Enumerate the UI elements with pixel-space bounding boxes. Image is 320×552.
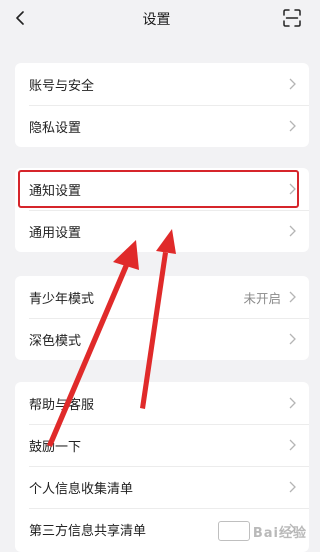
chevron-right-icon — [287, 182, 297, 196]
chevron-right-icon — [287, 119, 297, 133]
settings-item-teen-mode[interactable]: 青少年模式 未开启 — [15, 276, 309, 318]
settings-item-account-security[interactable]: 账号与安全 — [15, 63, 309, 105]
settings-item-label: 通用设置 — [29, 225, 82, 241]
settings-group-account: 账号与安全 隐私设置 — [15, 63, 309, 147]
scan-button[interactable] — [281, 7, 303, 29]
settings-item-general[interactable]: 通用设置 — [15, 210, 309, 252]
settings-item-label: 个人信息收集清单 — [29, 481, 134, 497]
settings-item-dark-mode[interactable]: 深色模式 — [15, 318, 309, 360]
settings-group-modes: 青少年模式 未开启 深色模式 — [15, 276, 309, 360]
settings-item-label: 账号与安全 — [29, 78, 95, 94]
settings-item-encourage[interactable]: 鼓励一下 — [15, 424, 309, 466]
settings-item-personal-info-list[interactable]: 个人信息收集清单 — [15, 466, 309, 508]
watermark-logo-icon — [217, 521, 250, 541]
settings-group-general: 通知设置 通用设置 — [15, 168, 309, 252]
settings-item-notifications[interactable]: 通知设置 — [15, 168, 309, 210]
top-bar: 设置 — [0, 0, 313, 40]
settings-item-label: 隐私设置 — [29, 120, 82, 136]
watermark: Bai经验 — [217, 521, 307, 541]
settings-item-label: 帮助与客服 — [29, 397, 95, 413]
chevron-right-icon — [287, 396, 297, 410]
settings-item-label: 青少年模式 — [29, 291, 95, 307]
chevron-right-icon — [287, 290, 297, 304]
chevron-right-icon — [287, 480, 297, 494]
settings-item-privacy[interactable]: 隐私设置 — [15, 105, 309, 147]
chevron-right-icon — [287, 438, 297, 452]
settings-item-label: 鼓励一下 — [29, 439, 82, 455]
settings-item-label: 通知设置 — [29, 183, 82, 199]
chevron-right-icon — [287, 224, 297, 238]
watermark-text: Bai经验 — [252, 525, 307, 541]
chevron-right-icon — [287, 332, 297, 346]
teen-mode-status: 未开启 — [243, 290, 281, 306]
scan-icon — [283, 9, 301, 27]
chevron-right-icon — [287, 77, 297, 91]
settings-item-help-support[interactable]: 帮助与客服 — [15, 382, 309, 424]
page-title: 设置 — [142, 12, 171, 28]
settings-item-label: 深色模式 — [29, 333, 82, 349]
